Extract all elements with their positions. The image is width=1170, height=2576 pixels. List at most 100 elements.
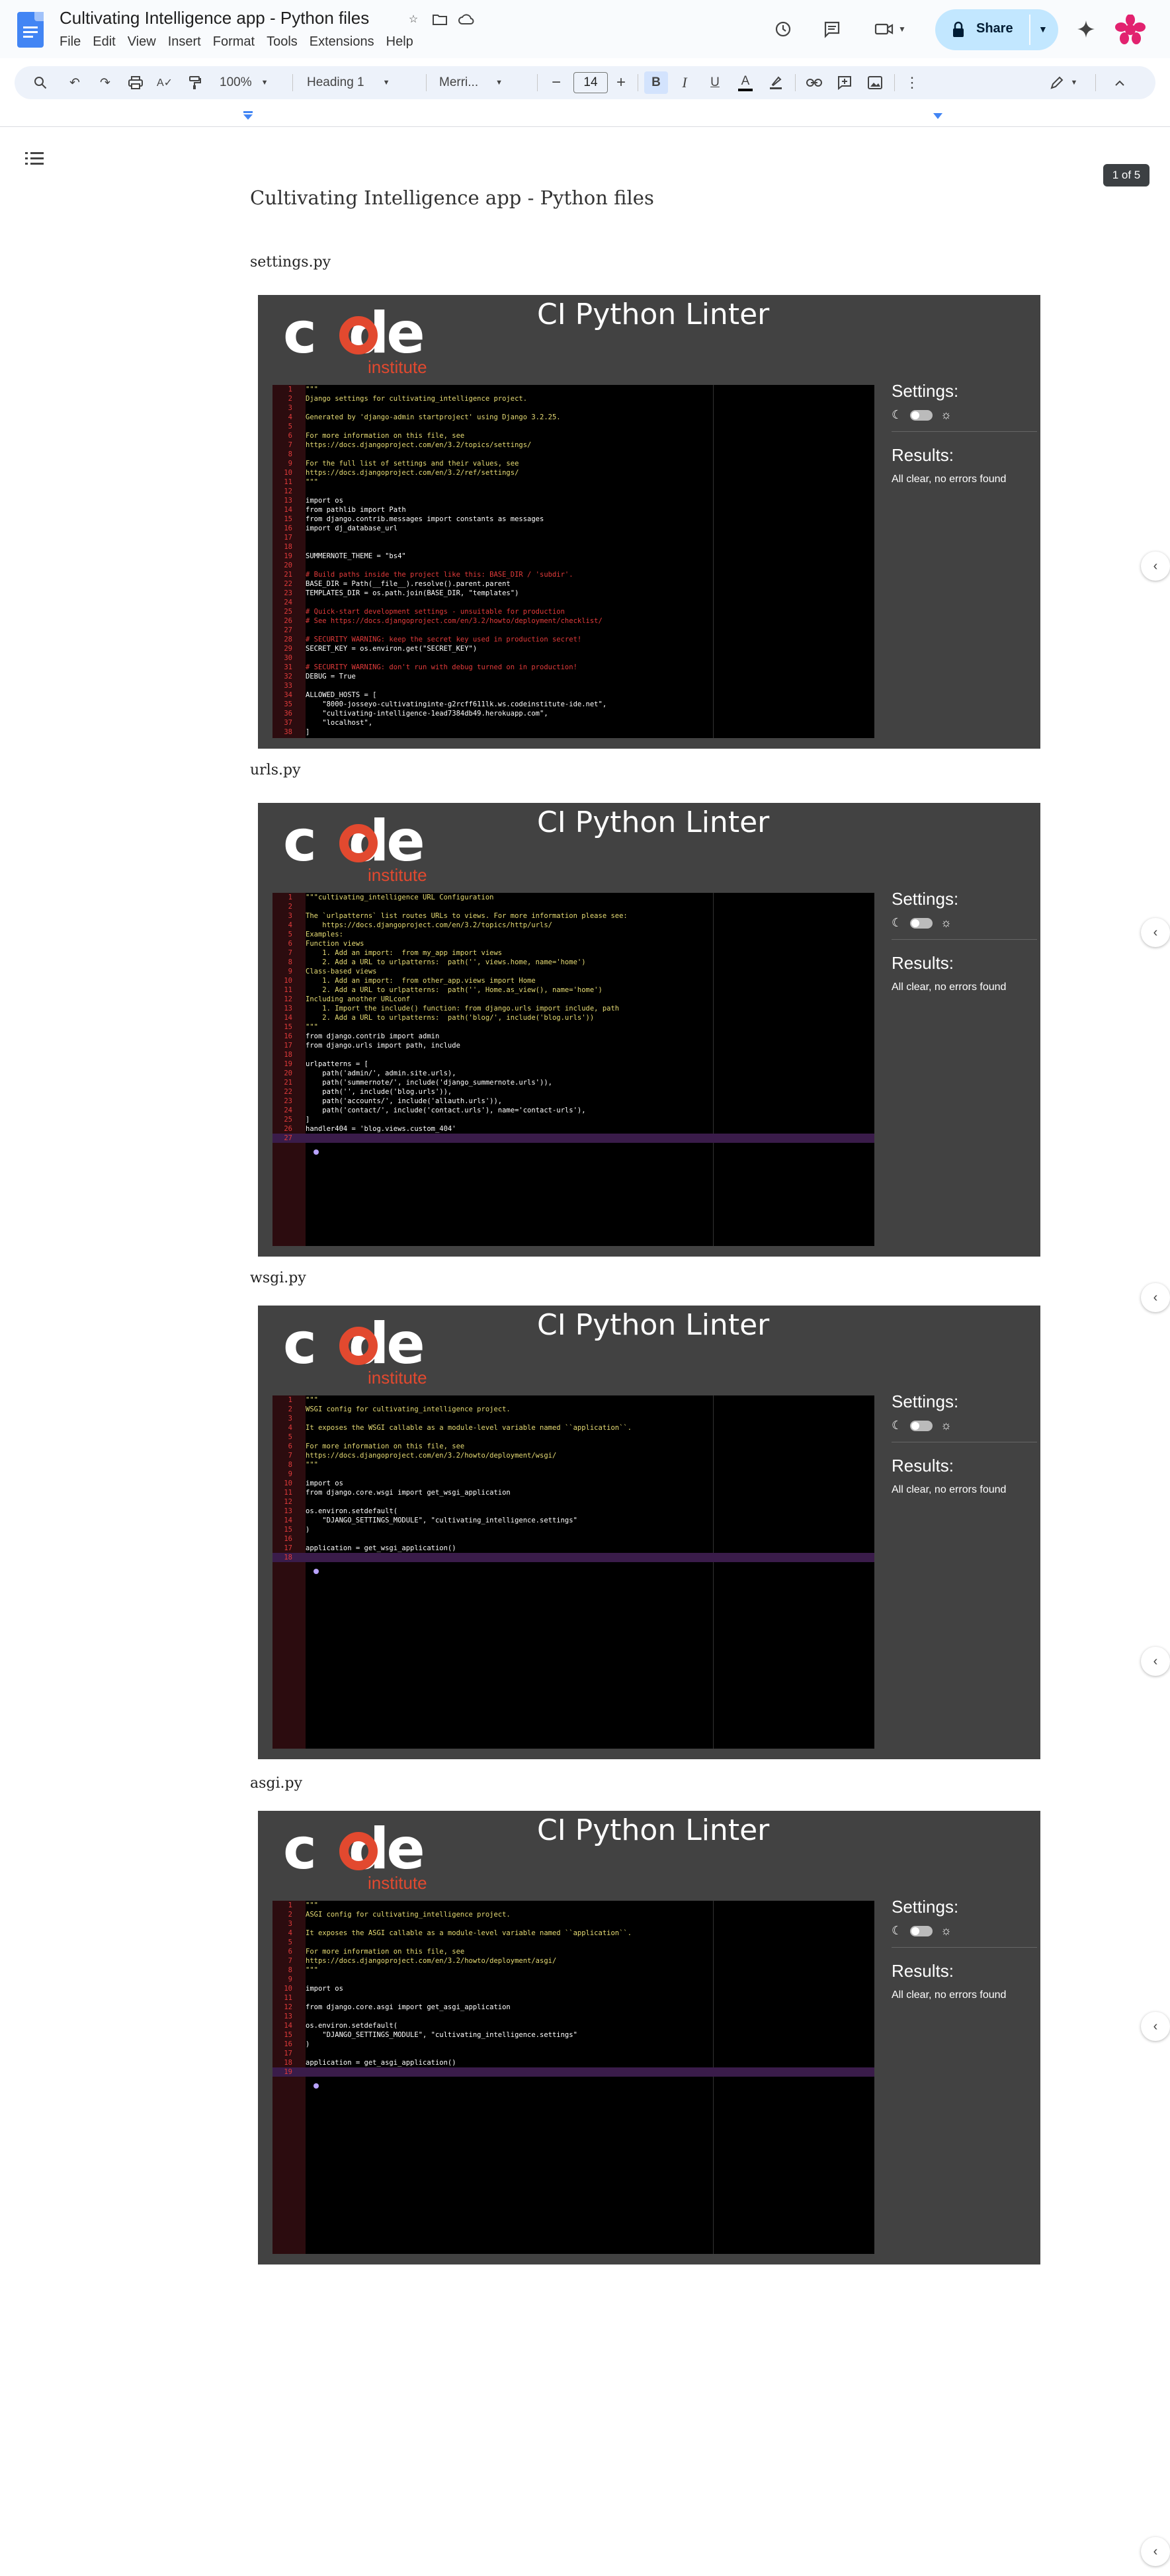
code-line[interactable]: 19 urlpatterns = [ [272, 1059, 874, 1069]
code-line[interactable]: 5 Examples: [272, 930, 874, 939]
linter-screenshot-wsgi[interactable]: c de institute CI Python Linter 1 """ 2 WSGI c… [258, 1306, 1040, 1759]
side-panel-chevron-left-icon[interactable]: ‹ [1141, 1283, 1170, 1312]
linter-screenshot-asgi[interactable]: c de institute CI Python Linter 1 """ 2 ASGI c… [258, 1811, 1040, 2264]
editing-mode-icon[interactable]: ▼ [1044, 71, 1083, 94]
code-editor[interactable]: 1 """ 2 Django settings for cultivating_int… [272, 385, 874, 738]
code-line[interactable]: 27 [272, 626, 874, 635]
code-editor[interactable]: 1 """ 2 ASGI config for cultivating_intelli… [272, 1901, 874, 2254]
ruler[interactable] [0, 108, 1170, 127]
code-line[interactable]: 20 path('admin/', admin.site.urls), [272, 1069, 874, 1078]
side-panel-chevron-left-icon[interactable]: ‹ [1141, 918, 1170, 947]
code-line[interactable]: 13 1. Import the include() function: fro… [272, 1004, 874, 1013]
code-line[interactable]: 15 "DJANGO_SETTINGS_MODULE", "cultivatin… [272, 2030, 874, 2040]
code-line[interactable]: 2 [272, 902, 874, 911]
code-line[interactable]: 35 "8000-josseyo-cultivatinginte-g2rcff6… [272, 700, 874, 709]
cloud-status-icon[interactable] [458, 11, 475, 28]
code-line[interactable]: 20 [272, 561, 874, 570]
code-line[interactable]: 27 [272, 1134, 874, 1143]
code-line[interactable]: 18 [272, 542, 874, 552]
menu-file[interactable]: File [60, 34, 89, 50]
code-line[interactable]: 6 For more information on this file, see [272, 1947, 874, 1956]
code-line[interactable]: 22 BASE_DIR = Path(__file__).resolve().pa… [272, 579, 874, 589]
code-line[interactable]: 16 import dj_database_url [272, 524, 874, 533]
left-indent-marker-icon[interactable] [242, 111, 255, 120]
code-editor[interactable]: 1 """ 2 WSGI config for cultivating_intelli… [272, 1395, 874, 1749]
code-line[interactable]: 22 path('', include('blog.urls')), [272, 1087, 874, 1097]
code-line[interactable]: 15 from django.contrib.messages import co… [272, 515, 874, 524]
code-line[interactable]: 24 [272, 598, 874, 607]
document-heading[interactable]: Cultivating Intelligence app - Python fi… [250, 187, 654, 209]
add-comment-icon[interactable] [835, 71, 855, 94]
zoom-select[interactable]: 100% ▼ [220, 71, 269, 94]
code-line[interactable]: 7 1. Add an import: from my_app import v… [272, 948, 874, 958]
underline-button[interactable]: U [705, 71, 725, 94]
code-line[interactable]: 5 [272, 1938, 874, 1947]
code-line[interactable]: 12 [272, 1497, 874, 1507]
code-editor[interactable]: 1 """cultivating_intelligence URL Configu… [272, 893, 874, 1246]
code-line[interactable]: 14 2. Add a URL to urlpatterns: path('bl… [272, 1013, 874, 1022]
code-line[interactable]: 25 # Quick-start development settings - u… [272, 607, 874, 616]
code-line[interactable]: 2 ASGI config for cultivating_intelligenc… [272, 1910, 874, 1919]
side-panel-chevron-left-icon[interactable]: ‹ [1141, 2537, 1170, 2566]
code-line[interactable]: 4 It exposes the ASGI callable as a modul… [272, 1929, 874, 1938]
more-options-icon[interactable]: ⋮ [902, 71, 922, 94]
code-line[interactable]: 26 # See https://docs.djangoproject.com/e… [272, 616, 874, 626]
code-line[interactable]: 6 For more information on this file, see [272, 431, 874, 440]
code-line[interactable]: 10 import os [272, 1479, 874, 1488]
star-icon[interactable]: ☆ [405, 11, 422, 28]
code-line[interactable]: 23 path('accounts/', include('allauth.ur… [272, 1097, 874, 1106]
right-indent-marker-icon[interactable] [933, 112, 943, 120]
code-line[interactable]: 17 application = get_wsgi_application() [272, 1544, 874, 1553]
code-line[interactable]: 7 https://docs.djangoproject.com/en/3.2/t… [272, 440, 874, 450]
avatar[interactable] [1115, 14, 1146, 45]
text-color-button[interactable]: A [735, 71, 755, 94]
code-line[interactable]: 17 [272, 533, 874, 542]
code-line[interactable]: 1 """ [272, 385, 874, 394]
meet-icon[interactable]: ▼ [870, 16, 910, 42]
code-line[interactable]: 1 """ [272, 1901, 874, 1910]
filename-wsgi-py[interactable]: wsgi.py [250, 1270, 306, 1286]
code-line[interactable]: 38] [272, 727, 874, 737]
menu-extensions[interactable]: Extensions [310, 34, 382, 50]
code-line[interactable]: 21 path('summernote/', include('django_s… [272, 1078, 874, 1087]
code-line[interactable]: 11 [272, 1993, 874, 2003]
side-panel-chevron-left-icon[interactable]: ‹ [1141, 1647, 1170, 1676]
code-line[interactable]: 14 os.environ.setdefault( [272, 2021, 874, 2030]
share-dropdown-icon[interactable]: ▼ [1038, 24, 1048, 34]
gemini-icon[interactable] [1073, 16, 1099, 42]
code-line[interactable]: 10 https://docs.djangoproject.com/en/3.2/… [272, 468, 874, 478]
side-panel-chevron-left-icon[interactable]: ‹ [1141, 552, 1170, 581]
code-line[interactable]: 10 1. Add an import: from other_app.view… [272, 976, 874, 985]
code-line[interactable]: 18 [272, 1553, 874, 1562]
code-line[interactable]: 16 from django.contrib import admin [272, 1032, 874, 1041]
hide-menus-chevron-up-icon[interactable] [1110, 71, 1130, 94]
menu-help[interactable]: Help [386, 34, 421, 50]
code-line[interactable]: 7 https://docs.djangoproject.com/en/3.2/h… [272, 1451, 874, 1460]
code-line[interactable]: 14 from pathlib import Path [272, 505, 874, 515]
code-line[interactable]: 32 DEBUG = True [272, 672, 874, 681]
code-line[interactable]: 36 "cultivating-intelligence-1ead7384db4… [272, 709, 874, 718]
code-line[interactable]: 13 [272, 2012, 874, 2021]
redo-icon[interactable]: ↷ [95, 71, 115, 94]
code-line[interactable]: 26 handler404 = 'blog.views.custom_404' [272, 1124, 874, 1134]
code-line[interactable]: 12 Including another URLconf [272, 995, 874, 1004]
code-line[interactable]: 13 os.environ.setdefault( [272, 1507, 874, 1516]
theme-toggle[interactable] [910, 917, 933, 929]
code-line[interactable]: 31 # SECURITY WARNING: don't run with deb… [272, 663, 874, 672]
code-line[interactable]: 9 [272, 1470, 874, 1479]
code-line[interactable]: 17 from django.urls import path, include [272, 1041, 874, 1050]
code-line[interactable]: 4 https://docs.djangoproject.com/en/3.2/… [272, 921, 874, 930]
code-line[interactable]: 8 2. Add a URL to urlpatterns: path('', … [272, 958, 874, 967]
paragraph-style-select[interactable]: Heading 1 ▼ [307, 71, 419, 94]
code-line[interactable]: 28 # SECURITY WARNING: keep the secret ke… [272, 635, 874, 644]
share-button[interactable]: Share ▼ [935, 9, 1058, 50]
code-line[interactable]: 19 [272, 2067, 874, 2077]
linter-screenshot-settings[interactable]: c de institute CI Python Linter 1 """ 2 Django… [258, 295, 1040, 749]
spellcheck-icon[interactable]: A✓ [155, 71, 175, 94]
code-line[interactable]: 37 "localhost", [272, 718, 874, 727]
code-line[interactable]: 14 "DJANGO_SETTINGS_MODULE", "cultivatin… [272, 1516, 874, 1525]
code-line[interactable]: 12 from django.core.asgi import get_asgi_… [272, 2003, 874, 2012]
menu-insert[interactable]: Insert [168, 34, 209, 50]
code-line[interactable]: 6 For more information on this file, see [272, 1442, 874, 1451]
code-line[interactable]: 19 SUMMERNOTE_THEME = "bs4" [272, 552, 874, 561]
